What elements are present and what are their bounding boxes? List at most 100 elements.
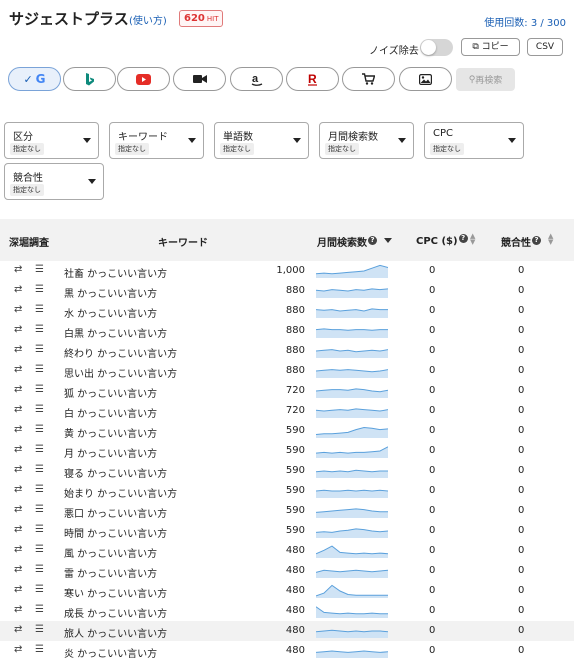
dig-deeper-icon[interactable]: ⇄ — [14, 384, 22, 395]
table-row[interactable]: ⇄ ☰ 雷 かっこいい言い方 480 0 0 — [0, 561, 574, 581]
help-icon[interactable]: ? — [458, 234, 468, 243]
table-row[interactable]: ⇄ ☰ 白黒 かっこいい言い方 880 0 0 — [0, 321, 574, 341]
engine-google-button[interactable]: ✓ G — [8, 67, 61, 91]
csv-button[interactable]: CSV — [527, 38, 563, 56]
table-row[interactable]: ⇄ ☰ 始まり かっこいい言い方 590 0 0 — [0, 481, 574, 501]
menu-icon[interactable]: ☰ — [35, 444, 44, 455]
table-row[interactable]: ⇄ ☰ 終わり かっこいい言い方 880 0 0 — [0, 341, 574, 361]
table-row[interactable]: ⇄ ☰ 黒 かっこいい言い方 880 0 0 — [0, 281, 574, 301]
dig-deeper-icon[interactable]: ⇄ — [14, 324, 22, 335]
keyword-cell: 時間 かっこいい言い方 — [64, 529, 168, 540]
menu-icon[interactable]: ☰ — [35, 264, 44, 275]
help-icon[interactable]: ? — [368, 236, 377, 245]
column-competition[interactable]: 競合性? — [501, 234, 541, 249]
dig-deeper-icon[interactable]: ⇄ — [14, 464, 22, 475]
dig-deeper-icon[interactable]: ⇄ — [14, 304, 22, 315]
dig-deeper-icon[interactable]: ⇄ — [14, 424, 22, 435]
table-row[interactable]: ⇄ ☰ 炎 かっこいい言い方 480 0 0 — [0, 641, 574, 661]
menu-icon[interactable]: ☰ — [35, 624, 44, 635]
sort-desc-icon[interactable] — [384, 238, 392, 243]
table-row[interactable]: ⇄ ☰ 時間 かっこいい言い方 590 0 0 — [0, 521, 574, 541]
rakuten-icon: R — [307, 72, 317, 86]
menu-icon[interactable]: ☰ — [35, 284, 44, 295]
menu-icon[interactable]: ☰ — [35, 564, 44, 575]
dig-deeper-icon[interactable]: ⇄ — [14, 584, 22, 595]
engine-amazon-button[interactable]: a — [230, 67, 283, 91]
dig-deeper-icon[interactable]: ⇄ — [14, 564, 22, 575]
table-row[interactable]: ⇄ ☰ 旅人 かっこいい言い方 480 0 0 — [0, 621, 574, 641]
noise-filter-toggle[interactable] — [420, 39, 453, 56]
cpc-cell: 0 — [429, 425, 436, 436]
column-volume[interactable]: 月間検索数? — [317, 234, 377, 249]
menu-icon[interactable]: ☰ — [35, 584, 44, 595]
re-search-button[interactable]: ⚲ 再検索 — [456, 68, 515, 91]
table-row[interactable]: ⇄ ☰ 黄 かっこいい言い方 590 0 0 — [0, 421, 574, 441]
dig-deeper-icon[interactable]: ⇄ — [14, 484, 22, 495]
menu-icon[interactable]: ☰ — [35, 464, 44, 475]
menu-icon[interactable]: ☰ — [35, 364, 44, 375]
table-row[interactable]: ⇄ ☰ 寒い かっこいい言い方 480 0 0 — [0, 581, 574, 601]
dig-deeper-icon[interactable]: ⇄ — [14, 524, 22, 535]
filter-monthly-volume[interactable]: 月間検索数 指定なし — [319, 122, 414, 159]
trend-sparkline — [316, 606, 388, 618]
sort-icon[interactable]: ▲ ▼ — [470, 233, 475, 246]
engine-youtube-button[interactable] — [117, 67, 170, 91]
dig-deeper-icon[interactable]: ⇄ — [14, 264, 22, 275]
filter-category[interactable]: 区分 指定なし — [4, 122, 99, 159]
filter-cpc[interactable]: CPC 指定なし — [424, 122, 524, 159]
dig-deeper-icon[interactable]: ⇄ — [14, 344, 22, 355]
dig-deeper-icon[interactable]: ⇄ — [14, 604, 22, 615]
menu-icon[interactable]: ☰ — [35, 544, 44, 555]
table-row[interactable]: ⇄ ☰ 思い出 かっこいい言い方 880 0 0 — [0, 361, 574, 381]
dig-deeper-icon[interactable]: ⇄ — [14, 624, 22, 635]
filter-value: 指定なし — [325, 143, 359, 155]
engine-images-button[interactable] — [399, 67, 452, 91]
help-link[interactable]: (使い方) — [129, 12, 167, 27]
engine-bing-button[interactable] — [63, 67, 116, 91]
table-row[interactable]: ⇄ ☰ 社畜 かっこいい言い方 1,000 0 0 — [0, 261, 574, 281]
engine-video-button[interactable] — [173, 67, 226, 91]
bing-icon — [85, 72, 94, 85]
filter-keyword[interactable]: キーワード 指定なし — [109, 122, 204, 159]
dig-deeper-icon[interactable]: ⇄ — [14, 644, 22, 655]
table-row[interactable]: ⇄ ☰ 水 かっこいい言い方 880 0 0 — [0, 301, 574, 321]
menu-icon[interactable]: ☰ — [35, 324, 44, 335]
menu-icon[interactable]: ☰ — [35, 304, 44, 315]
dig-deeper-icon[interactable]: ⇄ — [14, 404, 22, 415]
table-row[interactable]: ⇄ ☰ 月 かっこいい言い方 590 0 0 — [0, 441, 574, 461]
menu-icon[interactable]: ☰ — [35, 644, 44, 655]
sort-icon[interactable]: ▲ ▼ — [548, 233, 553, 246]
dig-deeper-icon[interactable]: ⇄ — [14, 444, 22, 455]
copy-button[interactable]: ⧉ コピー — [461, 38, 520, 56]
help-icon[interactable]: ? — [532, 236, 541, 245]
menu-icon[interactable]: ☰ — [35, 604, 44, 615]
table-row[interactable]: ⇄ ☰ 白 かっこいい言い方 720 0 0 — [0, 401, 574, 421]
menu-icon[interactable]: ☰ — [35, 484, 44, 495]
trend-sparkline — [316, 508, 388, 518]
dig-deeper-icon[interactable]: ⇄ — [14, 504, 22, 515]
cpc-cell: 0 — [429, 265, 436, 276]
re-search-label: 再検索 — [475, 76, 503, 86]
menu-icon[interactable]: ☰ — [35, 384, 44, 395]
menu-icon[interactable]: ☰ — [35, 424, 44, 435]
menu-icon[interactable]: ☰ — [35, 404, 44, 415]
table-row[interactable]: ⇄ ☰ 悪口 かっこいい言い方 590 0 0 — [0, 501, 574, 521]
dig-deeper-icon[interactable]: ⇄ — [14, 364, 22, 375]
dig-deeper-icon[interactable]: ⇄ — [14, 284, 22, 295]
filter-word-count[interactable]: 単語数 指定なし — [214, 122, 309, 159]
filter-label: 区分 — [13, 132, 33, 143]
cpc-cell: 0 — [429, 565, 436, 576]
table-row[interactable]: ⇄ ☰ 風 かっこいい言い方 480 0 0 — [0, 541, 574, 561]
table-row[interactable]: ⇄ ☰ 成長 かっこいい言い方 480 0 0 — [0, 601, 574, 621]
engine-shopping-button[interactable] — [342, 67, 395, 91]
menu-icon[interactable]: ☰ — [35, 344, 44, 355]
table-row[interactable]: ⇄ ☰ 寝る かっこいい言い方 590 0 0 — [0, 461, 574, 481]
volume-cell: 880 — [285, 285, 305, 296]
table-row[interactable]: ⇄ ☰ 狐 かっこいい言い方 720 0 0 — [0, 381, 574, 401]
menu-icon[interactable]: ☰ — [35, 504, 44, 515]
column-cpc[interactable]: CPC ($)? — [416, 234, 468, 247]
filter-competition[interactable]: 競合性 指定なし — [4, 163, 104, 200]
dig-deeper-icon[interactable]: ⇄ — [14, 544, 22, 555]
menu-icon[interactable]: ☰ — [35, 524, 44, 535]
engine-rakuten-button[interactable]: R — [286, 67, 339, 91]
